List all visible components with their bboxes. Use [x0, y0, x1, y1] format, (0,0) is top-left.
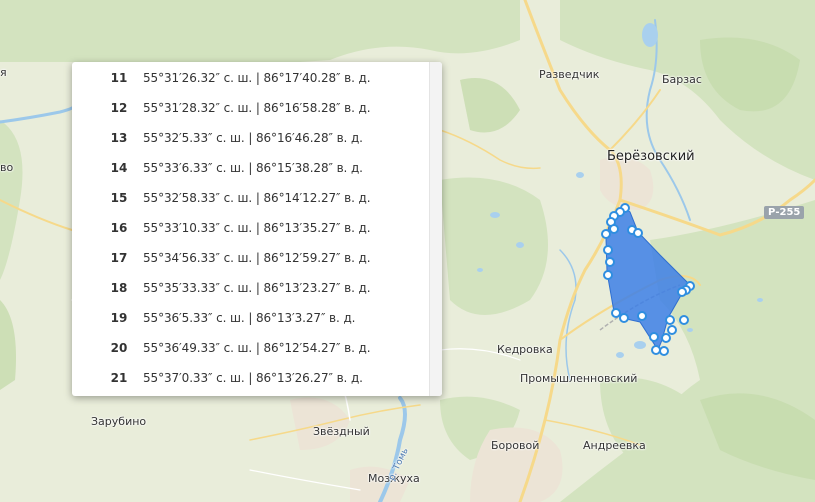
coordinate-value: 55°33′6.33″ с. ш. | 86°15′38.28″ в. д.	[143, 161, 363, 175]
coordinate-number: 12	[110, 101, 128, 115]
coordinate-value: 55°31′26.32″ с. ш. | 86°17′40.28″ в. д.	[143, 71, 371, 85]
coordinate-value: 55°37′0.33″ с. ш. | 86°13′26.27″ в. д.	[143, 371, 363, 385]
coordinate-value: 55°32′5.33″ с. ш. | 86°16′46.28″ в. д.	[143, 131, 363, 145]
map-label-borovoy: Боровой	[491, 439, 540, 452]
map-label-berezovsky: Берёзовский	[607, 149, 695, 164]
coordinate-value: 55°36′49.33″ с. ш. | 86°12′54.27″ в. д.	[143, 341, 371, 355]
coordinate-number: 17	[110, 251, 128, 265]
coordinate-row[interactable]: 15 55°32′58.33″ с. ш. | 86°14′12.27″ в. д…	[72, 186, 430, 212]
map-label-razvedchik: Разведчик	[539, 68, 600, 81]
coordinate-row[interactable]: 16 55°33′10.33″ с. ш. | 86°13′35.27″ в. д…	[72, 216, 430, 242]
coordinate-value: 55°34′56.33″ с. ш. | 86°12′59.27″ в. д.	[143, 251, 371, 265]
coordinate-value: 55°33′10.33″ с. ш. | 86°13′35.27″ в. д.	[143, 221, 371, 235]
map-label-zarubino: Зарубино	[91, 415, 147, 428]
coordinate-value: 55°35′33.33″ с. ш. | 86°13′23.27″ в. д.	[143, 281, 371, 295]
coordinate-row[interactable]: 21 55°37′0.33″ с. ш. | 86°13′26.27″ в. д.	[72, 366, 430, 392]
map-label-andreevka: Андреевка	[583, 439, 646, 452]
map-label-kedrovka: Кедровка	[497, 343, 553, 356]
map-label-zvezdny: Звёздный	[313, 425, 370, 438]
coordinate-number: 13	[110, 131, 128, 145]
map-label-promyshlennovsky: Промышленновский	[520, 372, 638, 385]
coordinate-row[interactable]: 19 55°36′5.33″ с. ш. | 86°13′3.27″ в. д.	[72, 306, 430, 332]
panel-scrollbar[interactable]	[429, 62, 442, 396]
coordinate-row[interactable]: 17 55°34′56.33″ с. ш. | 86°12′59.27″ в. д…	[72, 246, 430, 272]
coordinate-number: 18	[110, 281, 128, 295]
map-label-barzas: Барзас	[662, 73, 702, 86]
coordinate-number: 16	[110, 221, 128, 235]
coordinate-number: 14	[110, 161, 128, 175]
coordinate-value: 55°32′58.33″ с. ш. | 86°14′12.27″ в. д.	[143, 191, 371, 205]
coordinate-row[interactable]: 12 55°31′28.32″ с. ш. | 86°16′58.28″ в. д…	[72, 96, 430, 122]
coordinate-row[interactable]: 14 55°33′6.33″ с. ш. | 86°15′38.28″ в. д.	[72, 156, 430, 182]
coordinate-number: 11	[110, 71, 128, 85]
coordinate-row[interactable]: 18 55°35′33.33″ с. ш. | 86°13′23.27″ в. д…	[72, 276, 430, 302]
map-label-fragment: я	[0, 66, 7, 79]
road-shield-r255: Р-255	[764, 206, 805, 219]
coordinate-row[interactable]: 13 55°32′5.33″ с. ш. | 86°16′46.28″ в. д.	[72, 126, 430, 152]
map-label-fragment: во	[0, 161, 14, 174]
coordinate-number: 21	[110, 371, 128, 385]
coordinate-number: 19	[110, 311, 128, 325]
coordinate-value: 55°31′28.32″ с. ш. | 86°16′58.28″ в. д.	[143, 101, 371, 115]
coordinates-panel: 11 55°31′26.32″ с. ш. | 86°17′40.28″ в. д…	[72, 62, 442, 396]
coordinate-row[interactable]: 20 55°36′49.33″ с. ш. | 86°12′54.27″ в. д…	[72, 336, 430, 362]
coordinate-row[interactable]: 11 55°31′26.32″ с. ш. | 86°17′40.28″ в. д…	[72, 66, 430, 92]
coordinate-number: 20	[110, 341, 128, 355]
coordinate-number: 15	[110, 191, 128, 205]
coordinate-value: 55°36′5.33″ с. ш. | 86°13′3.27″ в. д.	[143, 311, 356, 325]
